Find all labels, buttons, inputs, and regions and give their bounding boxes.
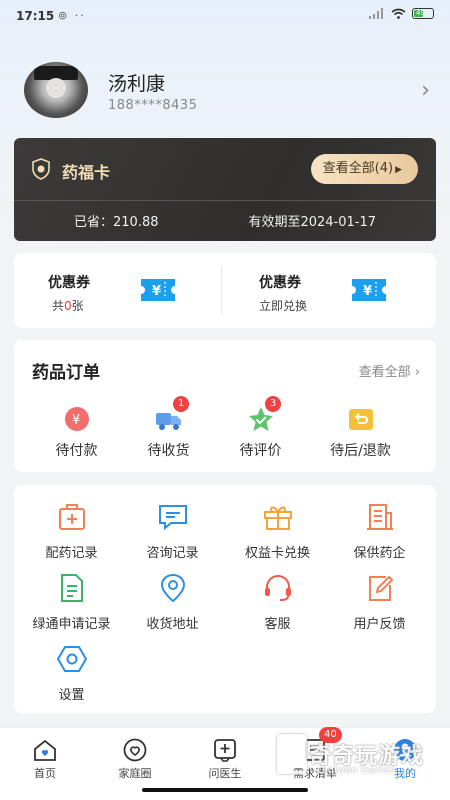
medicine-box-icon	[59, 504, 85, 530]
service-consult-records[interactable]: 咨询记录	[120, 502, 225, 562]
tab-label: 问医生	[208, 767, 242, 780]
gift-icon	[264, 506, 292, 530]
orders-view-all-link[interactable]: 查看全部 ›	[359, 361, 420, 380]
tab-ask-doctor[interactable]: 问医生	[180, 728, 270, 788]
card-expiry: 有效期至2024-01-17	[248, 215, 376, 230]
battery-level: 49	[416, 9, 425, 17]
avatar[interactable]	[24, 62, 88, 118]
medicine-orders-section: 药品订单 查看全部 › ¥ 待付款 1 待收货 3 待评价 待后/退款	[14, 340, 436, 472]
svg-text:¥: ¥	[152, 284, 161, 299]
view-all-cards-button[interactable]: 查看全部(4) ▶	[310, 154, 418, 184]
signal-icon	[369, 8, 383, 19]
chevron-right-icon[interactable]: ›	[421, 78, 430, 103]
coupon-count-item[interactable]: 优惠券 共0张 ¥	[14, 253, 225, 328]
status-right-icons: 49	[369, 8, 434, 19]
service-label: 绿通申请记录	[32, 617, 111, 632]
status-time: 17:15	[16, 9, 55, 23]
tab-label: 家庭圈	[118, 767, 152, 780]
service-label: 设置	[58, 688, 85, 703]
yen-icon: ¥	[65, 407, 89, 431]
coupon-title: 优惠券	[48, 275, 90, 291]
status-bar: 17:15 ⊚ ·· 49	[0, 0, 450, 30]
order-label: 待后/退款	[330, 443, 391, 459]
chat-icon	[159, 505, 187, 531]
service-label: 客服	[264, 617, 291, 632]
doctor-icon	[214, 739, 236, 762]
coupon-redeem-label: 立即兑换	[259, 299, 308, 313]
service-user-feedback[interactable]: 用户反馈	[327, 573, 432, 633]
saved-amount: 已省：210.88	[74, 215, 159, 230]
coupon-redeem-item[interactable]: 优惠券 立即兑换 ¥	[225, 253, 436, 328]
order-label: 待收货	[147, 443, 190, 459]
order-badge: 3	[265, 396, 281, 412]
home-icon	[34, 739, 56, 761]
profile-header[interactable]: 汤利康 188****8435 ›	[24, 62, 434, 122]
tab-label: 首页	[34, 767, 56, 780]
battery-icon: 49	[412, 8, 434, 19]
service-label: 收货地址	[146, 617, 199, 632]
user-name: 汤利康	[108, 73, 166, 95]
watermark-logo: 奇奇玩游戏 Qiqiwan Games	[277, 732, 437, 782]
edit-icon	[369, 575, 394, 601]
order-pending-payment[interactable]: ¥ 待付款	[24, 402, 129, 462]
tab-family-circle[interactable]: 家庭圈	[90, 728, 180, 788]
order-after-sale[interactable]: 待后/退款	[308, 402, 413, 462]
coupon-ticket-icon: ¥	[352, 279, 386, 301]
return-icon	[349, 409, 373, 430]
heart-icon	[123, 738, 147, 762]
service-settings[interactable]: 设置	[19, 644, 124, 704]
view-all-cards-label: 查看全部(4)	[322, 161, 394, 176]
card-title: 药福卡	[62, 163, 111, 182]
building-icon	[367, 504, 393, 530]
order-pending-review[interactable]: 3 待评价	[208, 396, 313, 462]
home-indicator	[142, 788, 308, 792]
order-pending-receipt[interactable]: 1 待收货	[116, 396, 221, 462]
shield-icon	[32, 158, 50, 180]
service-medicine-records[interactable]: 配药记录	[19, 502, 124, 562]
orders-title: 药品订单	[32, 363, 100, 383]
service-customer-support[interactable]: 客服	[225, 573, 330, 633]
triangle-right-icon: ▶	[395, 165, 402, 175]
service-supply-pharma[interactable]: 保供药企	[327, 502, 432, 562]
order-label: 待评价	[239, 443, 282, 459]
services-section: 配药记录 咨询记录 权益卡兑换 保供药企 绿通申请记录 收货地址 客服 用户反馈…	[14, 485, 436, 713]
service-benefit-card-redeem[interactable]: 权益卡兑换	[225, 502, 330, 562]
coupon-section: 优惠券 共0张 ¥ 优惠券 立即兑换 ¥	[14, 253, 436, 328]
user-phone: 188****8435	[108, 98, 198, 113]
tab-home[interactable]: 首页	[0, 728, 90, 788]
service-label: 咨询记录	[146, 546, 199, 561]
service-label: 用户反馈	[353, 617, 406, 632]
coupon-ticket-icon: ¥	[141, 279, 175, 301]
service-green-channel-records[interactable]: 绿通申请记录	[19, 573, 124, 633]
watermark-subtext: Qiqiwan Games	[317, 765, 396, 776]
svg-text:¥: ¥	[363, 284, 372, 299]
settings-icon	[56, 646, 88, 672]
order-label: 待付款	[55, 443, 98, 459]
headset-icon	[265, 575, 291, 601]
medicine-benefit-card[interactable]: 药福卡 查看全部(4) ▶ 已省：210.88 有效期至2024-01-17	[14, 138, 436, 241]
watermark-icon	[277, 734, 307, 774]
service-label: 配药记录	[45, 546, 98, 561]
chevron-right-icon: ›	[414, 365, 420, 380]
location-icon	[160, 573, 186, 603]
document-icon	[61, 574, 83, 602]
svg-text:¥: ¥	[72, 413, 80, 428]
coupon-title: 优惠券	[259, 275, 301, 291]
service-label: 保供药企	[353, 546, 406, 561]
status-notification-icons: ⊚ ··	[58, 9, 86, 22]
service-label: 权益卡兑换	[244, 546, 310, 561]
order-badge: 1	[173, 396, 189, 412]
service-shipping-address[interactable]: 收货地址	[120, 573, 225, 633]
coupon-count: 共0张	[52, 299, 84, 313]
wifi-icon	[391, 8, 406, 19]
